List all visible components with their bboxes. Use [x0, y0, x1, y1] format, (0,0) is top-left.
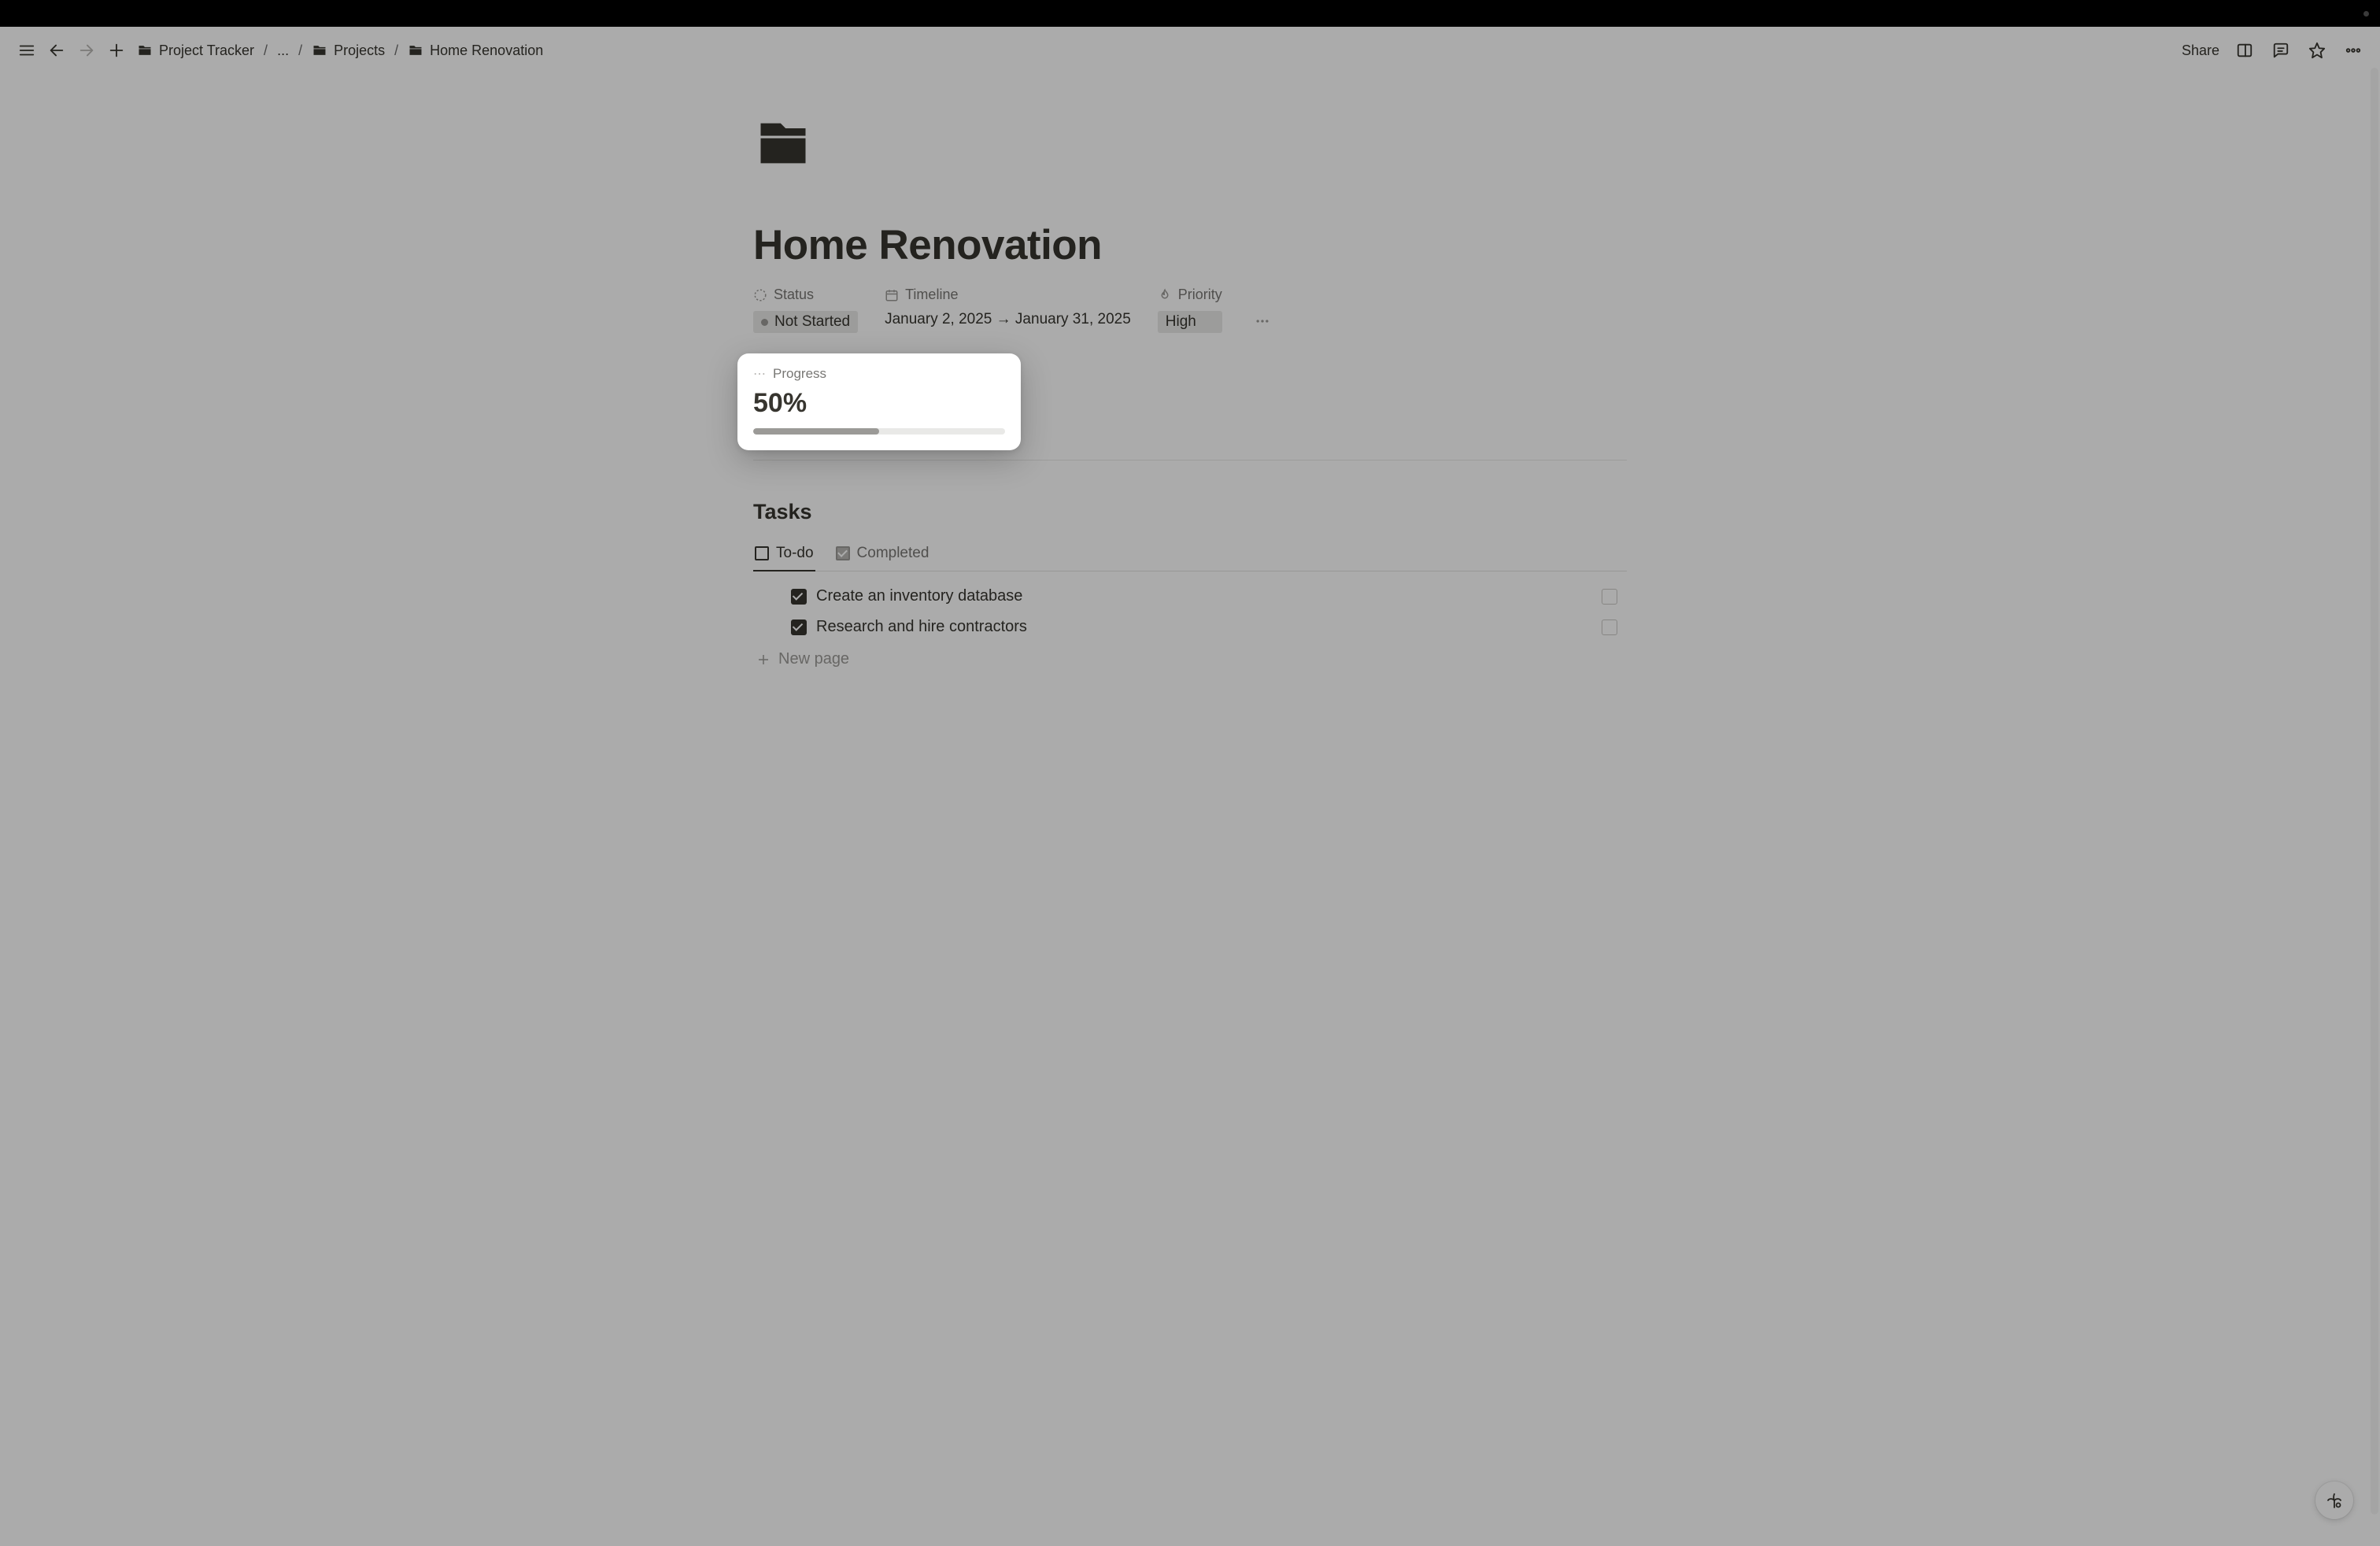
prop-status-head: Status — [753, 287, 858, 303]
check-square-icon — [836, 546, 850, 560]
tasks-tabs: To-do Completed — [753, 538, 1627, 571]
prop-timeline-label: Timeline — [905, 287, 958, 303]
tab-todo-label: To-do — [776, 545, 814, 562]
tab-todo[interactable]: To-do — [753, 538, 815, 571]
breadcrumb-page-label: Home Renovation — [430, 43, 543, 59]
prop-timeline-head: Timeline — [885, 287, 1131, 303]
task-end-checkbox[interactable] — [1602, 589, 1617, 605]
prop-timeline[interactable]: Timeline January 2, 2025 → January 31, 2… — [885, 287, 1131, 328]
palm-icon — [2325, 1491, 2344, 1510]
task-end-checkbox[interactable] — [1602, 620, 1617, 635]
new-page-label: New page — [778, 650, 849, 668]
scrollbar[interactable] — [2371, 68, 2378, 1515]
page-content: Home Renovation Status Not Started Timel… — [745, 74, 1635, 723]
breadcrumb-sep: / — [264, 43, 268, 59]
topbar-right: Share — [2182, 39, 2364, 61]
prop-priority[interactable]: Priority High — [1158, 287, 1222, 333]
comments-icon[interactable] — [2270, 39, 2292, 61]
progress-drag-icon[interactable]: ⋯ — [753, 366, 767, 382]
folder-icon — [137, 43, 153, 58]
progress-value: 50% — [753, 388, 1005, 419]
fire-icon — [1158, 288, 1172, 302]
task-title: Create an inventory database — [816, 587, 1022, 605]
folder-icon — [312, 43, 327, 58]
status-value: Not Started — [774, 313, 850, 331]
breadcrumb-root[interactable]: Project Tracker — [135, 41, 256, 61]
breadcrumb-folder-label: Projects — [334, 43, 385, 59]
status-pill[interactable]: Not Started — [753, 311, 858, 333]
props-more-icon[interactable] — [1249, 308, 1276, 335]
folder-icon — [408, 43, 423, 58]
page-properties: Status Not Started Timeline January 2, 2… — [753, 287, 1627, 333]
app-root: Project Tracker / ... / Projects / Home … — [0, 27, 2380, 1546]
breadcrumb: Project Tracker / ... / Projects / Home … — [135, 41, 545, 61]
checkbox-icon[interactable] — [791, 620, 807, 635]
task-title: Research and hire contractors — [816, 618, 1027, 636]
window-titlebar — [0, 0, 2380, 27]
priority-pill[interactable]: High — [1158, 311, 1222, 333]
breadcrumb-root-label: Project Tracker — [159, 43, 254, 59]
menu-icon[interactable] — [16, 39, 38, 61]
window-control-dot — [2363, 11, 2369, 17]
prop-status-label: Status — [774, 287, 814, 303]
tab-completed-label: Completed — [857, 545, 929, 562]
breadcrumb-ellipsis-label: ... — [277, 43, 289, 59]
share-button[interactable]: Share — [2182, 43, 2219, 59]
prop-priority-label: Priority — [1178, 287, 1222, 303]
progress-card[interactable]: ⋯ Progress 50% — [737, 353, 1021, 450]
tasks-heading: Tasks — [753, 500, 1627, 524]
panel-icon[interactable] — [2234, 39, 2256, 61]
progress-bar — [753, 428, 1005, 435]
breadcrumb-page[interactable]: Home Renovation — [406, 41, 545, 61]
priority-value: High — [1166, 313, 1196, 331]
topbar: Project Tracker / ... / Projects / Home … — [0, 27, 2380, 74]
task-row[interactable]: Research and hire contractors — [753, 612, 1627, 642]
breadcrumb-sep: / — [394, 43, 398, 59]
timeline-value[interactable]: January 2, 2025 → January 31, 2025 — [885, 311, 1131, 328]
breadcrumb-folder[interactable]: Projects — [310, 41, 386, 61]
help-fab[interactable] — [2315, 1481, 2353, 1519]
plus-icon — [756, 653, 771, 667]
more-icon[interactable] — [2342, 39, 2364, 61]
page-title[interactable]: Home Renovation — [753, 221, 1627, 269]
task-row[interactable]: Create an inventory database — [753, 581, 1627, 612]
back-icon[interactable] — [46, 39, 68, 61]
checkbox-icon[interactable] — [791, 589, 807, 605]
breadcrumb-sep: / — [298, 43, 302, 59]
progress-head: ⋯ Progress — [753, 366, 1005, 382]
task-list: Create an inventory database Research an… — [753, 581, 1627, 676]
calendar-icon — [885, 288, 899, 302]
breadcrumb-ellipsis[interactable]: ... — [275, 41, 290, 61]
square-icon — [755, 546, 769, 560]
prop-status[interactable]: Status Not Started — [753, 287, 858, 333]
status-dot-icon — [761, 319, 768, 326]
status-icon — [753, 288, 767, 302]
progress-fill — [753, 428, 879, 435]
topbar-left: Project Tracker / ... / Projects / Home … — [16, 39, 2174, 61]
prop-priority-head: Priority — [1158, 287, 1222, 303]
new-page-button[interactable]: New page — [753, 642, 1627, 676]
new-tab-icon[interactable] — [105, 39, 128, 61]
forward-icon[interactable] — [76, 39, 98, 61]
progress-label: Progress — [773, 366, 826, 382]
star-icon[interactable] — [2306, 39, 2328, 61]
page-icon[interactable] — [753, 113, 1627, 177]
tab-completed[interactable]: Completed — [834, 538, 931, 571]
